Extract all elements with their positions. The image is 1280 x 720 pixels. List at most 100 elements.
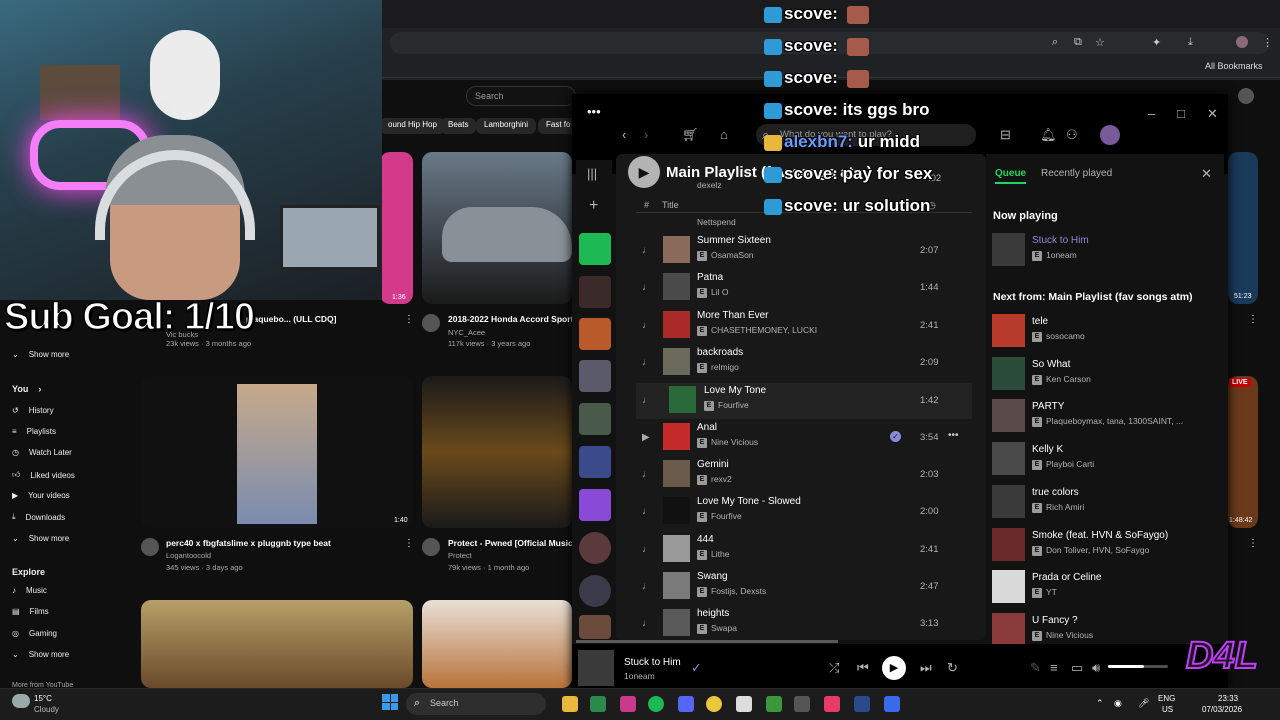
sidebar-item-playlists[interactable]: ≡ Playlists (12, 427, 56, 436)
player-track-artist[interactable]: 1oneam (624, 671, 655, 681)
track-row[interactable]: ♩ Summer Sixteen E OsamaSon 2:07 (636, 233, 972, 269)
tray-app-icon[interactable]: ◉ (1114, 698, 1122, 709)
spotify-menu-icon[interactable]: ••• (587, 104, 601, 119)
tab-queue[interactable]: Queue (995, 168, 1027, 184)
sidebar-show-more-2[interactable]: ⌄ Show more (12, 534, 69, 543)
volume-slider[interactable] (1108, 665, 1168, 668)
video-thumbnail[interactable] (1228, 376, 1258, 528)
install-icon[interactable]: ⧉ (1074, 36, 1082, 49)
extensions-icon[interactable]: ✦ (1152, 36, 1161, 49)
track-row[interactable]: ▶ Anal E Nine Vicious 3:54 ✓ ••• (636, 420, 972, 456)
scrollbar-track[interactable] (576, 640, 838, 643)
queue-icon[interactable]: ≡ (1050, 660, 1058, 675)
menu-kebab-icon[interactable]: ⋮ (1262, 36, 1273, 49)
store-icon[interactable] (590, 696, 606, 712)
close-icon[interactable]: ✕ (1207, 106, 1218, 122)
chip-hip-hop[interactable]: ound Hip Hop (380, 118, 445, 134)
track-row[interactable]: ♩ Love My Tone E Fourfive 1:42 (636, 383, 972, 419)
track-row[interactable]: ♩ Patna E Lil O 1:44 (636, 270, 972, 306)
track-row[interactable]: ♩ Love My Tone - Slowed E Fourfive 2:00 (636, 494, 972, 530)
sidebar-you[interactable]: You › (12, 384, 41, 394)
play-pause-button[interactable]: ▶ (882, 656, 906, 680)
video-title[interactable]: perc40 x fbgfatslime x pluggnb type beat (166, 538, 331, 548)
queue-item[interactable]: Prada or Celine E YT (992, 568, 1222, 606)
channel-avatar[interactable] (141, 538, 159, 556)
library-item[interactable] (579, 446, 611, 478)
sidebar-item-liked[interactable]: 👍︎ Liked videos (12, 470, 75, 480)
queue-item[interactable]: Smoke (feat. HVN & SoFaygo) E Don Toliver,… (992, 526, 1222, 564)
youtube-search-input[interactable]: Search (466, 86, 576, 106)
queue-item[interactable]: Kelly K E Playboi Carti (992, 440, 1222, 478)
zoom-icon[interactable]: ⌕ (1052, 36, 1058, 49)
repeat-icon[interactable]: ↻ (947, 660, 958, 676)
library-icon[interactable]: ||| (587, 166, 597, 181)
capcut-icon[interactable] (824, 696, 840, 712)
tray-chevron-icon[interactable]: ⌃ (1096, 698, 1104, 709)
bookmark-star-icon[interactable]: ☆ (1095, 36, 1105, 49)
video-channel[interactable]: Protect (448, 551, 472, 560)
maximize-icon[interactable]: □ (1177, 106, 1185, 121)
track-row[interactable]: ♩ Gemini Erexv2 2:03 (636, 457, 972, 493)
video-channel[interactable]: NYC_Acee (448, 328, 485, 337)
track-row[interactable]: ♩ backroads Erelmigo 2:09 (636, 345, 972, 381)
play-icon[interactable]: ▶ (642, 432, 650, 443)
more-options-icon[interactable]: ••• (948, 430, 959, 441)
browse-icon[interactable]: ⊟ (1000, 127, 1011, 143)
bell-icon[interactable]: 🔔︎ (1040, 127, 1057, 143)
windows-start-icon[interactable] (382, 694, 398, 710)
play-button[interactable]: ▶ (628, 156, 660, 188)
back-icon[interactable]: ‹ (622, 127, 626, 142)
queue-item[interactable]: PARTY E Plaqueboymax, tana, 1300SAINT, ... (992, 397, 1222, 435)
profile-avatar[interactable] (1236, 36, 1248, 48)
queue-item[interactable]: So What E Ken Carson (992, 355, 1222, 393)
saved-check-icon[interactable]: ✓ (890, 431, 901, 442)
video-title[interactable]: Protect - Pwned [Official Music V (448, 538, 581, 548)
forward-icon[interactable]: › (644, 127, 648, 142)
library-item[interactable] (579, 276, 611, 308)
instagram-icon[interactable] (620, 696, 636, 712)
home-icon[interactable]: ⌂ (720, 127, 728, 142)
obs-icon[interactable] (794, 696, 810, 712)
sidebar-item-watch-later[interactable]: ◷ Watch Later (12, 448, 72, 457)
video-thumbnail[interactable] (422, 600, 572, 688)
liked-songs-item[interactable] (579, 233, 611, 265)
friends-icon[interactable]: ⚇ (1066, 127, 1078, 143)
tab-recently-played[interactable]: Recently played (1041, 168, 1112, 179)
mic-icon[interactable]: 🎤︎ (1138, 698, 1149, 709)
saved-check-icon[interactable]: ✓ (691, 660, 702, 676)
track-row[interactable]: ♩ Swang E Fostijs, Dexsts 2:47 (636, 569, 972, 605)
sidebar-item-films[interactable]: ▤ Films (12, 607, 49, 616)
sidebar-item-gaming[interactable]: ◎ Gaming (12, 629, 57, 638)
sidebar-item-music[interactable]: ♪ Music (12, 586, 47, 595)
video-thumbnail[interactable] (141, 600, 413, 688)
volume-icon[interactable]: 🔊︎ (1092, 660, 1100, 676)
chip-beats[interactable]: Beats (440, 118, 477, 134)
sidebar-item-downloads[interactable]: ⤓ Downloads (12, 512, 65, 522)
library-item[interactable] (579, 575, 611, 607)
queue-item[interactable]: tele Esosocamo (992, 312, 1222, 350)
library-item[interactable] (579, 615, 611, 639)
weather-desc[interactable]: Cloudy (34, 705, 59, 714)
more-options-icon[interactable]: ⋮ (404, 314, 414, 325)
video-channel[interactable]: Logantoocold (166, 551, 211, 560)
more-options-icon[interactable]: ⋮ (1248, 314, 1258, 325)
spotify-taskbar-icon[interactable] (648, 696, 664, 712)
connect-device-icon[interactable]: ▭ (1071, 660, 1083, 676)
more-options-icon[interactable]: ⋮ (1248, 538, 1258, 549)
library-item[interactable] (579, 403, 611, 435)
add-icon[interactable]: + (589, 197, 598, 215)
minimize-icon[interactable]: – (1148, 106, 1155, 121)
sidebar-show-more-3[interactable]: ⌄ Show more (12, 650, 69, 659)
channel-avatar[interactable] (422, 314, 440, 332)
track-row[interactable]: ♩ More Than Ever E CHASETHEMONEY, LUCKI 2:41 (636, 308, 972, 344)
download-icon[interactable]: ⤓ (1188, 36, 1193, 49)
lyrics-icon[interactable]: ✎ (1030, 660, 1041, 676)
sidebar-item-history[interactable]: ↺ History (12, 406, 54, 415)
track-row[interactable]: ♩ heights E Swapa 3:13 (636, 606, 972, 642)
next-icon[interactable]: ⏭︎ (920, 660, 932, 676)
video-thumbnail[interactable] (380, 152, 413, 304)
video-title[interactable]: plaquebo... (ULL CDQ] (246, 314, 337, 324)
player-track-title[interactable]: Stuck to Him (624, 657, 681, 668)
more-options-icon[interactable]: ⋮ (404, 538, 414, 549)
chip-lamborghini[interactable]: Lamborghini (476, 118, 537, 134)
